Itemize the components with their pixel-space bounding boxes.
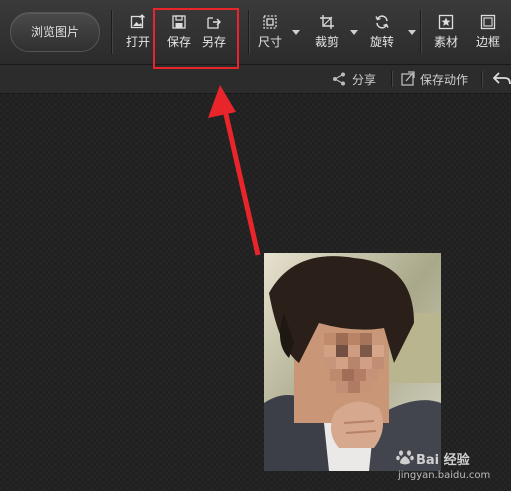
- crop-icon: [320, 15, 334, 29]
- resize-label: 尺寸: [257, 35, 282, 49]
- open-label: 打开: [125, 35, 150, 49]
- crop-label: 裁剪: [314, 35, 339, 49]
- material-icon: [438, 14, 454, 30]
- edited-photo: [264, 253, 441, 471]
- watermark-url: jingyan.baidu.com: [398, 470, 491, 481]
- rotate-label: 旋转: [369, 35, 394, 49]
- save-buttons-highlight: [153, 8, 239, 69]
- rotate-dropdown-arrow[interactable]: [408, 30, 416, 35]
- resize-dropdown-arrow[interactable]: [292, 30, 300, 35]
- red-arrow-annotation: [208, 85, 261, 256]
- border-icon: [480, 14, 496, 30]
- browse-images-button[interactable]: 浏览图片: [10, 12, 100, 52]
- open-image-icon: [130, 14, 145, 29]
- share-link[interactable]: 分享: [352, 71, 376, 88]
- share-icon: [333, 72, 345, 86]
- toolbar-separator: [111, 10, 113, 54]
- subbar-separator: [481, 71, 483, 87]
- border-button[interactable]: 边框: [470, 14, 506, 54]
- baidu-paw-logo: [396, 450, 414, 465]
- toolbar-separator: [420, 10, 422, 54]
- toolbar-separator: [248, 10, 250, 54]
- open-button[interactable]: 打开: [120, 14, 156, 54]
- crop-button[interactable]: 裁剪: [309, 14, 345, 54]
- main-toolbar: 浏览图片 打开 保存 另存 尺寸 裁剪 旋转 素材 边框: [0, 0, 511, 65]
- save-action-link[interactable]: 保存动作: [420, 71, 468, 88]
- resize-button[interactable]: 尺寸: [252, 14, 288, 54]
- material-button[interactable]: 素材: [428, 14, 464, 54]
- undo-icon[interactable]: [493, 71, 511, 87]
- border-label: 边框: [475, 35, 500, 49]
- watermark-logo-text: Bai 经验: [416, 453, 470, 468]
- photo-image: [264, 253, 441, 471]
- subbar-separator: [391, 71, 393, 87]
- rotate-button[interactable]: 旋转: [364, 14, 400, 54]
- resize-icon: [263, 15, 277, 29]
- material-label: 素材: [433, 35, 458, 49]
- crop-dropdown-arrow[interactable]: [350, 30, 358, 35]
- save-action-icon: [401, 71, 415, 86]
- rotate-icon: [375, 15, 389, 29]
